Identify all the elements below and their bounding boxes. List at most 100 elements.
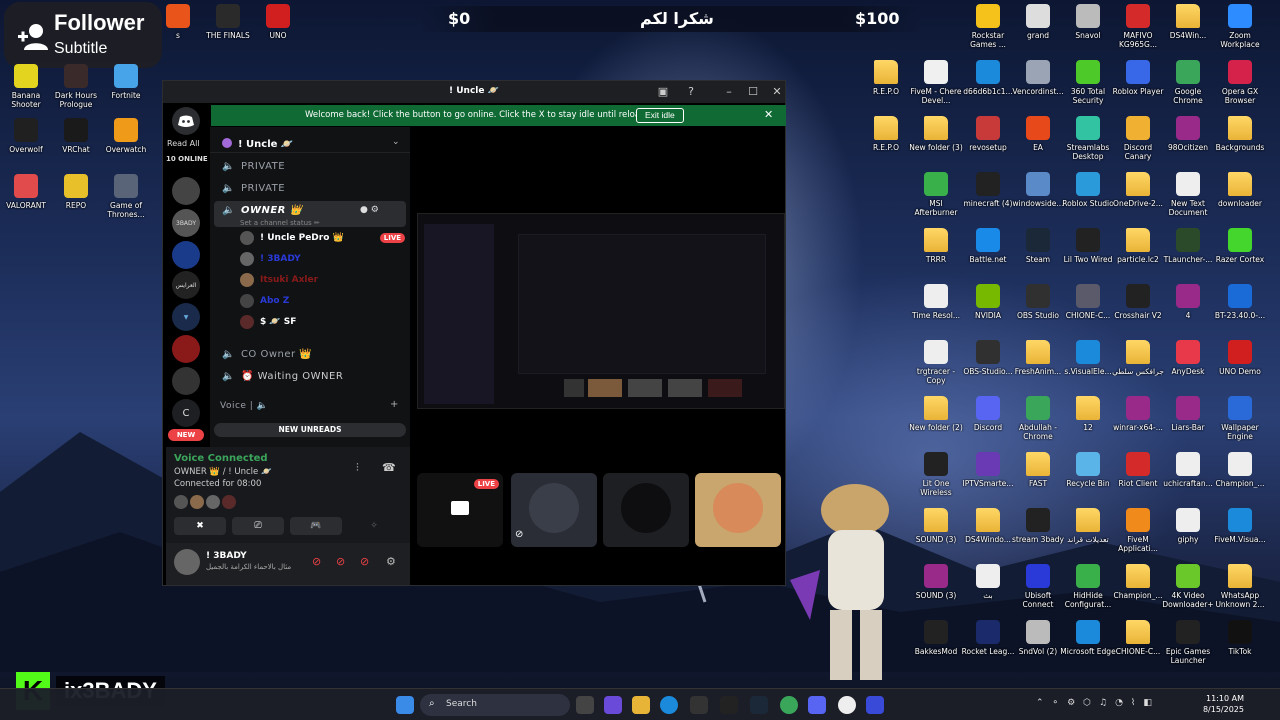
dismiss-icon[interactable]: ✕: [764, 108, 773, 121]
desktop-icon[interactable]: UNO: [252, 4, 304, 60]
desktop-icon[interactable]: TikTok: [1214, 620, 1266, 676]
desktop-icon[interactable]: Roblox Player: [1112, 60, 1164, 116]
channel-private[interactable]: 🔈 PRIVATE: [222, 183, 285, 194]
desktop-icon[interactable]: WhatsApp Unknown 2...: [1214, 564, 1266, 620]
disconnect-icon[interactable]: ☎: [382, 461, 396, 474]
desktop-icon[interactable]: MAFIVO KG965G...: [1112, 4, 1164, 60]
desktop-icon[interactable]: downloader: [1214, 172, 1266, 228]
user-tile[interactable]: [603, 473, 689, 547]
channel-status-hint[interactable]: Set a channel status ✏: [240, 219, 320, 227]
signal-icon[interactable]: ⫶: [356, 461, 359, 475]
desktop-icon[interactable]: d66d6b1c1...: [962, 60, 1014, 116]
exit-idle-button[interactable]: Exit idle: [636, 108, 684, 123]
desktop-icon[interactable]: Rockstar Games ...: [962, 4, 1014, 60]
desktop-icon[interactable]: Riot Client: [1112, 452, 1164, 508]
desktop-icon[interactable]: MSI Afterburner: [910, 172, 962, 228]
system-tray-icons[interactable]: ⌃⚬⚙⬡♫◔⌇◧: [1036, 698, 1160, 708]
desktop-icon[interactable]: REPO: [50, 174, 102, 230]
desktop-icon[interactable]: Backgrounds: [1214, 116, 1266, 172]
inbox-icon[interactable]: ▣: [655, 84, 671, 100]
voice-channel-path[interactable]: OWNER 👑 / ! Uncle 🪐: [174, 467, 272, 477]
desktop-icon[interactable]: DS4Win...: [1162, 4, 1214, 60]
desktop-icon[interactable]: FAST: [1012, 452, 1064, 508]
steam-icon[interactable]: [750, 696, 768, 714]
desktop-icon[interactable]: Crosshair V2: [1112, 284, 1164, 340]
add-channel-icon[interactable]: +: [390, 399, 398, 410]
server-icon[interactable]: [172, 177, 200, 205]
new-badge[interactable]: NEW: [168, 429, 204, 441]
voice-user[interactable]: $ 🪐 SF: [240, 315, 296, 329]
user-tile[interactable]: [695, 473, 781, 547]
desktop-icon[interactable]: Opera GX Browser: [1214, 60, 1266, 116]
avatar[interactable]: [174, 549, 200, 575]
desktop-icon[interactable]: Overwolf: [0, 118, 52, 174]
voice-connected-label[interactable]: Voice Connected: [174, 453, 268, 464]
desktop-icon[interactable]: 98Ocitizen: [1162, 116, 1214, 172]
desktop-icon[interactable]: جرافكس سلطي: [1112, 340, 1164, 396]
desktop-icon[interactable]: TRRR: [910, 228, 962, 284]
desktop-icon[interactable]: revosetup: [962, 116, 1014, 172]
desktop-icon[interactable]: Zoom Workplace: [1214, 4, 1266, 60]
desktop-icon[interactable]: UNO Demo: [1214, 340, 1266, 396]
deafen-icon[interactable]: ⊘: [360, 555, 369, 568]
maximize-button[interactable]: ☐: [745, 84, 761, 100]
copilot-icon[interactable]: [604, 696, 622, 714]
desktop-icon[interactable]: Overwatch: [100, 118, 152, 174]
desktop-icon[interactable]: Dark Hours Prologue: [50, 64, 102, 120]
desktop-icon[interactable]: s.VisualEle...: [1062, 340, 1114, 396]
desktop-icon[interactable]: Champion_...: [1214, 452, 1266, 508]
windows-start-icon[interactable]: [396, 696, 414, 714]
desktop-icon[interactable]: Game of Thrones...: [100, 174, 152, 230]
desktop-icon[interactable]: 360 Total Security: [1062, 60, 1114, 116]
desktop-icon[interactable]: stream 3bady: [1012, 508, 1064, 564]
desktop-icon[interactable]: HidHide Configurat...: [1062, 564, 1114, 620]
search-input[interactable]: ⌕ Search: [420, 694, 570, 716]
desktop-icon[interactable]: EA: [1012, 116, 1064, 172]
desktop-icon[interactable]: R.E.P.O: [860, 116, 912, 172]
desktop-icon[interactable]: New folder (2): [909, 396, 963, 452]
activity-button[interactable]: 🎮: [290, 517, 342, 535]
stream-preview[interactable]: [417, 213, 785, 409]
desktop-icon[interactable]: windowside...: [1012, 172, 1064, 228]
desktop-icon[interactable]: Abdullah - Chrome: [1012, 396, 1064, 452]
desktop-icon[interactable]: DS4Windo...: [962, 508, 1014, 564]
desktop-icon[interactable]: Fortnite: [100, 64, 152, 120]
desktop-icon[interactable]: Ubisoft Connect: [1012, 564, 1064, 620]
desktop-icon[interactable]: Steam: [1012, 228, 1064, 284]
desktop-icon[interactable]: R.E.P.O: [860, 60, 912, 116]
desktop-icon[interactable]: SOUND (3): [910, 508, 962, 564]
edge-icon[interactable]: [660, 696, 678, 714]
desktop-icon[interactable]: OBS Studio: [1012, 284, 1064, 340]
chevron-down-icon[interactable]: ⌄: [392, 137, 400, 147]
discord-icon[interactable]: [808, 696, 826, 714]
desktop-icon[interactable]: New Text Document: [1162, 172, 1214, 228]
app-icon[interactable]: [866, 696, 884, 714]
desktop-icon[interactable]: AnyDesk: [1162, 340, 1214, 396]
desktop-icon[interactable]: NVIDIA: [962, 284, 1014, 340]
camera-muted-icon[interactable]: ⊘: [312, 555, 321, 568]
voice-user[interactable]: Abo Z: [240, 294, 289, 308]
desktop-icon[interactable]: Champion_...: [1112, 564, 1164, 620]
desktop-icon[interactable]: s: [152, 4, 204, 60]
server-icon[interactable]: 3BADY: [172, 209, 200, 237]
desktop-icon[interactable]: 4K Video Downloader+: [1162, 564, 1214, 620]
server-icon[interactable]: [172, 335, 200, 363]
soundboard-button[interactable]: ✧: [348, 517, 400, 535]
desktop-icon[interactable]: giphy: [1162, 508, 1214, 564]
server-icon[interactable]: [172, 367, 200, 395]
user-tile[interactable]: ⊘: [511, 473, 597, 547]
server-icon[interactable]: ▼: [172, 303, 200, 331]
desktop-icon[interactable]: VALORANT: [0, 174, 52, 230]
desktop-icon[interactable]: FiveM Applicati...: [1112, 508, 1164, 564]
desktop-icon[interactable]: CHIONE-C...: [1062, 284, 1114, 340]
category-voice[interactable]: Voice | 🔈: [220, 401, 268, 411]
help-icon[interactable]: ?: [683, 84, 699, 100]
desktop-icon[interactable]: FreshAnim...: [1012, 340, 1064, 396]
server-header[interactable]: ! Uncle 🪐 ⌄: [210, 131, 410, 153]
read-all-link[interactable]: Read All: [167, 139, 200, 148]
server-icon[interactable]: C: [172, 399, 200, 427]
desktop-icon[interactable]: Battle.net: [962, 228, 1014, 284]
server-icon[interactable]: [172, 241, 200, 269]
gear-icon[interactable]: ⚙: [386, 555, 396, 568]
desktop-icon[interactable]: Roblox Studio: [1062, 172, 1114, 228]
